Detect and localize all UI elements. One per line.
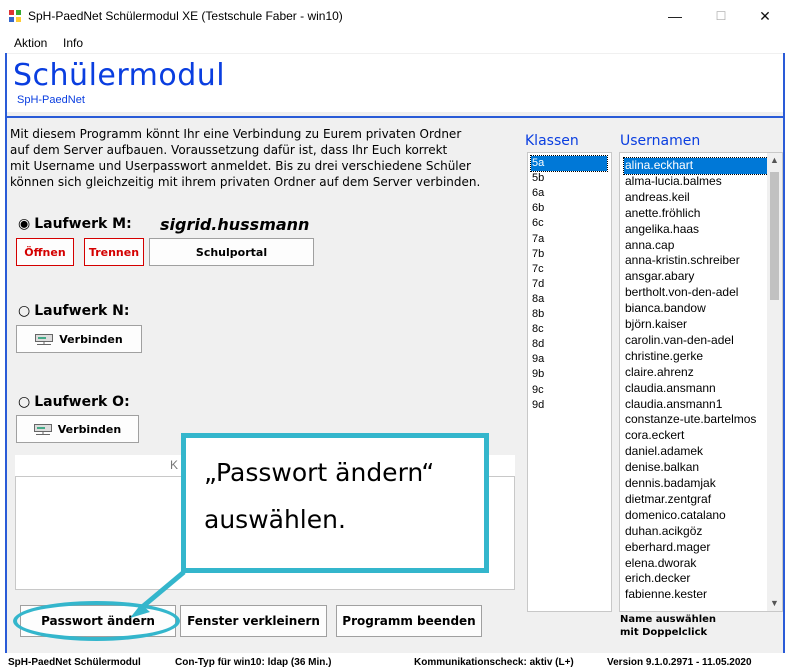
- callout-pointer: [130, 570, 186, 618]
- highlight-ellipse: [13, 601, 180, 641]
